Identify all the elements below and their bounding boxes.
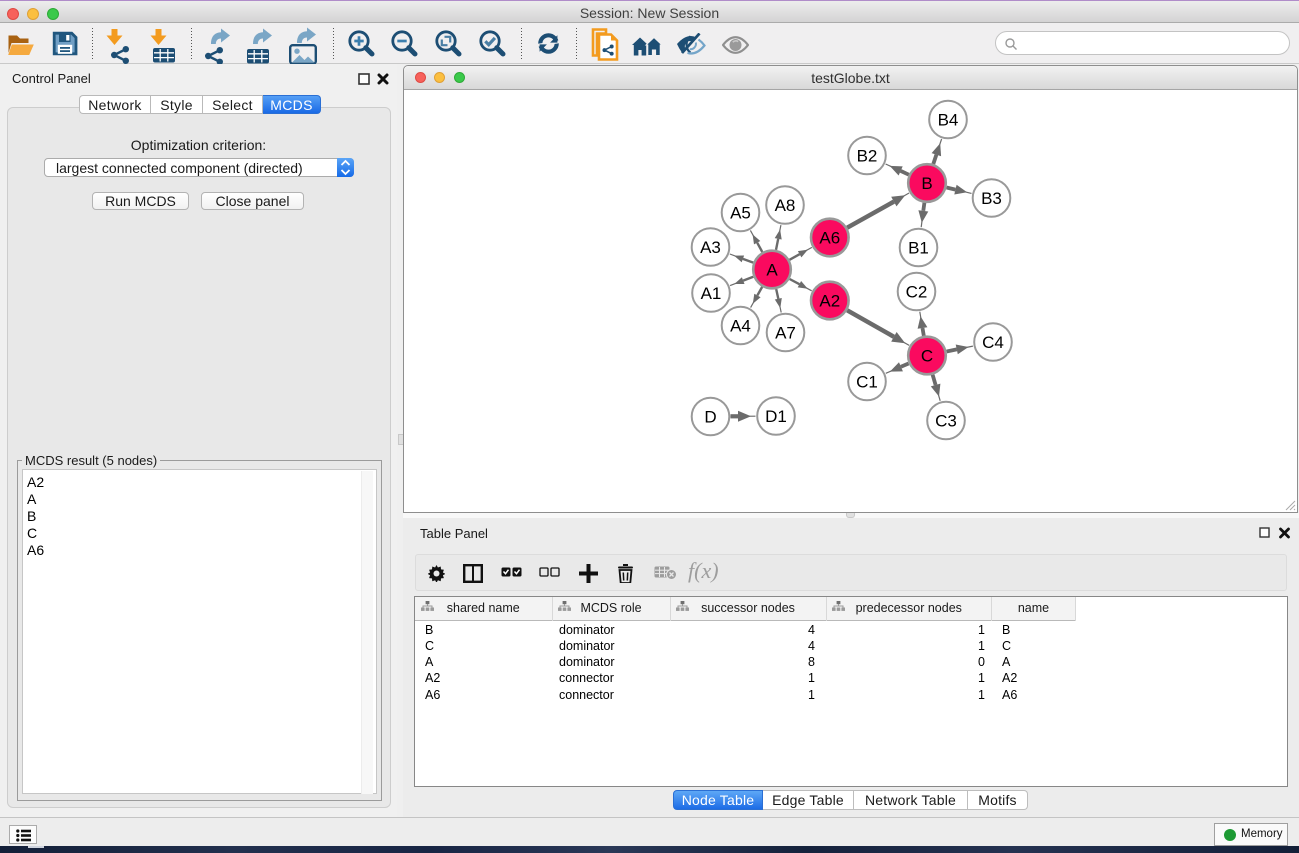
svg-text:A2: A2 bbox=[819, 292, 840, 311]
svg-text:A1: A1 bbox=[701, 284, 722, 303]
svg-text:C2: C2 bbox=[906, 283, 928, 302]
svg-text:A6: A6 bbox=[819, 229, 840, 248]
svg-text:C4: C4 bbox=[982, 333, 1004, 352]
svg-text:C3: C3 bbox=[935, 412, 957, 431]
svg-text:A4: A4 bbox=[730, 317, 751, 336]
svg-text:D: D bbox=[704, 408, 716, 427]
svg-text:B3: B3 bbox=[981, 189, 1002, 208]
svg-text:B1: B1 bbox=[908, 239, 929, 258]
svg-text:A8: A8 bbox=[775, 196, 796, 215]
svg-text:A7: A7 bbox=[775, 324, 796, 343]
svg-text:A3: A3 bbox=[700, 238, 721, 257]
svg-text:C1: C1 bbox=[856, 373, 878, 392]
svg-text:A5: A5 bbox=[730, 204, 751, 223]
svg-text:B: B bbox=[921, 174, 932, 193]
svg-text:D1: D1 bbox=[765, 407, 787, 426]
svg-text:A: A bbox=[766, 261, 778, 280]
svg-text:C: C bbox=[921, 347, 933, 366]
svg-text:B2: B2 bbox=[857, 147, 878, 166]
svg-text:B4: B4 bbox=[938, 111, 959, 130]
